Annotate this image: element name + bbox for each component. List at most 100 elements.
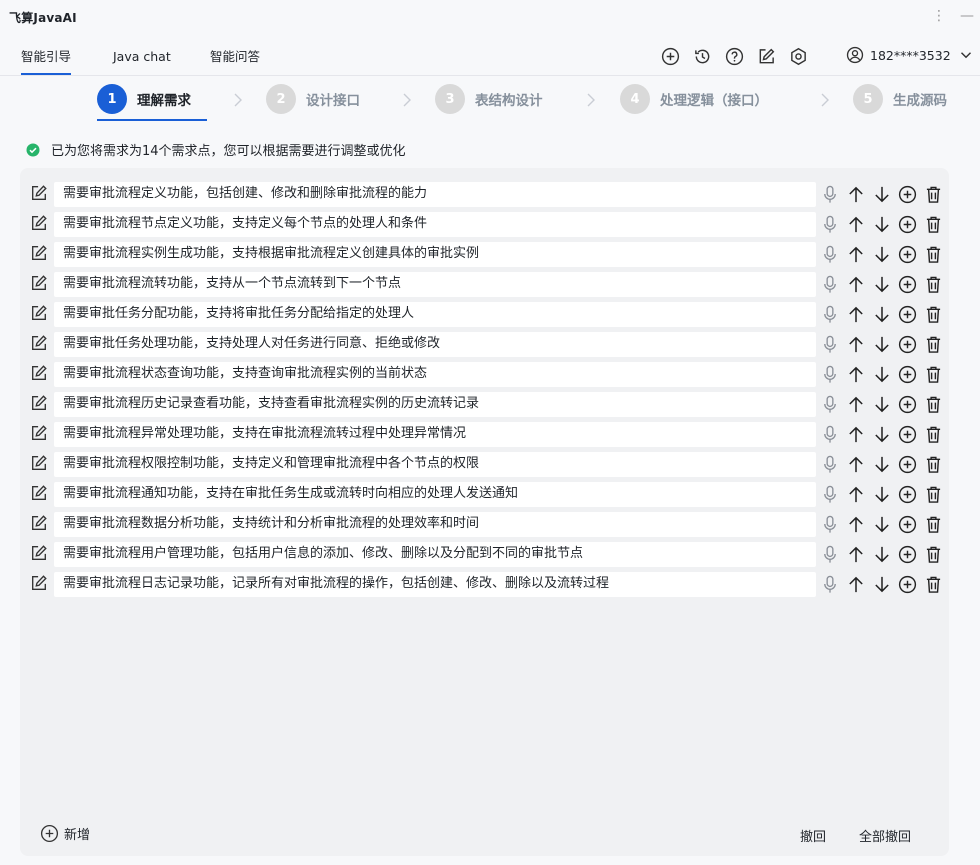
arrow-down-icon[interactable] bbox=[870, 273, 893, 296]
requirement-input[interactable]: 需要审批流程实例生成功能，支持根据审批流程定义创建具体的审批实例 bbox=[54, 242, 816, 267]
arrow-up-icon[interactable] bbox=[844, 393, 867, 416]
requirement-input[interactable]: 需要审批流程日志记录功能，记录所有对审批流程的操作，包括创建、修改、删除以及流转… bbox=[54, 572, 816, 597]
trash-icon[interactable] bbox=[922, 183, 945, 206]
arrow-down-icon[interactable] bbox=[870, 363, 893, 386]
edit-icon[interactable] bbox=[30, 244, 48, 262]
step-understand-requirements[interactable]: 1 理解需求 bbox=[97, 82, 191, 116]
trash-icon[interactable] bbox=[922, 513, 945, 536]
arrow-down-icon[interactable] bbox=[870, 543, 893, 566]
arrow-up-icon[interactable] bbox=[844, 273, 867, 296]
plus-circle-icon[interactable] bbox=[896, 453, 919, 476]
arrow-up-icon[interactable] bbox=[844, 183, 867, 206]
arrow-down-icon[interactable] bbox=[870, 393, 893, 416]
help-icon[interactable] bbox=[724, 46, 745, 67]
step-generate-source[interactable]: 5 生成源码 bbox=[853, 82, 947, 116]
plus-circle-icon[interactable] bbox=[896, 363, 919, 386]
plus-circle-icon[interactable] bbox=[896, 303, 919, 326]
arrow-down-icon[interactable] bbox=[870, 183, 893, 206]
arrow-up-icon[interactable] bbox=[844, 543, 867, 566]
plus-circle-icon[interactable] bbox=[896, 273, 919, 296]
microphone-icon[interactable] bbox=[818, 393, 841, 416]
tab-java-chat[interactable]: Java chat bbox=[113, 40, 171, 75]
edit-icon[interactable] bbox=[30, 424, 48, 442]
microphone-icon[interactable] bbox=[818, 333, 841, 356]
arrow-up-icon[interactable] bbox=[844, 243, 867, 266]
edit-icon[interactable] bbox=[30, 484, 48, 502]
arrow-up-icon[interactable] bbox=[844, 333, 867, 356]
requirement-input[interactable]: 需要审批流程定义功能，包括创建、修改和删除审批流程的能力 bbox=[54, 182, 816, 207]
step-design-interface[interactable]: 2 设计接口 bbox=[266, 82, 360, 116]
arrow-down-icon[interactable] bbox=[870, 453, 893, 476]
edit-icon[interactable] bbox=[30, 454, 48, 472]
plus-circle-icon[interactable] bbox=[896, 393, 919, 416]
account-menu[interactable]: 182****3532 bbox=[846, 46, 975, 64]
more-icon[interactable]: ⋮ bbox=[932, 8, 946, 24]
arrow-down-icon[interactable] bbox=[870, 333, 893, 356]
microphone-icon[interactable] bbox=[818, 483, 841, 506]
microphone-icon[interactable] bbox=[818, 213, 841, 236]
trash-icon[interactable] bbox=[922, 213, 945, 236]
edit-icon[interactable] bbox=[30, 574, 48, 592]
arrow-down-icon[interactable] bbox=[870, 513, 893, 536]
microphone-icon[interactable] bbox=[818, 573, 841, 596]
tab-smart-qa[interactable]: 智能问答 bbox=[210, 40, 260, 75]
undo-button[interactable]: 撤回 bbox=[800, 826, 826, 845]
arrow-up-icon[interactable] bbox=[844, 423, 867, 446]
plus-circle-icon[interactable] bbox=[896, 243, 919, 266]
trash-icon[interactable] bbox=[922, 333, 945, 356]
edit-icon[interactable] bbox=[756, 46, 777, 67]
arrow-up-icon[interactable] bbox=[844, 213, 867, 236]
arrow-down-icon[interactable] bbox=[870, 303, 893, 326]
arrow-up-icon[interactable] bbox=[844, 303, 867, 326]
microphone-icon[interactable] bbox=[818, 513, 841, 536]
trash-icon[interactable] bbox=[922, 303, 945, 326]
plus-circle-icon[interactable] bbox=[896, 183, 919, 206]
arrow-up-icon[interactable] bbox=[844, 573, 867, 596]
requirement-input[interactable]: 需要审批流程数据分析功能，支持统计和分析审批流程的处理效率和时间 bbox=[54, 512, 816, 537]
trash-icon[interactable] bbox=[922, 483, 945, 506]
edit-icon[interactable] bbox=[30, 514, 48, 532]
minimize-icon[interactable]: — bbox=[960, 8, 974, 24]
requirement-input[interactable]: 需要审批流程通知功能，支持在审批任务生成或流转时向相应的处理人发送通知 bbox=[54, 482, 816, 507]
edit-icon[interactable] bbox=[30, 394, 48, 412]
plus-circle-icon[interactable] bbox=[896, 543, 919, 566]
arrow-down-icon[interactable] bbox=[870, 573, 893, 596]
edit-icon[interactable] bbox=[30, 334, 48, 352]
arrow-down-icon[interactable] bbox=[870, 243, 893, 266]
microphone-icon[interactable] bbox=[818, 183, 841, 206]
edit-icon[interactable] bbox=[30, 184, 48, 202]
microphone-icon[interactable] bbox=[818, 273, 841, 296]
plus-circle-icon[interactable] bbox=[896, 513, 919, 536]
requirement-input[interactable]: 需要审批流程用户管理功能，包括用户信息的添加、修改、删除以及分配到不同的审批节点 bbox=[54, 542, 816, 567]
edit-icon[interactable] bbox=[30, 214, 48, 232]
arrow-up-icon[interactable] bbox=[844, 453, 867, 476]
plus-circle-icon[interactable] bbox=[896, 483, 919, 506]
requirement-input[interactable]: 需要审批流程异常处理功能，支持在审批流程流转过程中处理异常情况 bbox=[54, 422, 816, 447]
arrow-down-icon[interactable] bbox=[870, 483, 893, 506]
trash-icon[interactable] bbox=[922, 453, 945, 476]
undo-all-button[interactable]: 全部撤回 bbox=[859, 826, 911, 845]
plus-circle-icon[interactable] bbox=[896, 333, 919, 356]
microphone-icon[interactable] bbox=[818, 423, 841, 446]
requirement-input[interactable]: 需要审批流程流转功能，支持从一个节点流转到下一个节点 bbox=[54, 272, 816, 297]
step-processing-logic[interactable]: 4 处理逻辑（接口） bbox=[620, 82, 768, 116]
requirement-input[interactable]: 需要审批流程历史记录查看功能，支持查看审批流程实例的历史流转记录 bbox=[54, 392, 816, 417]
microphone-icon[interactable] bbox=[818, 363, 841, 386]
trash-icon[interactable] bbox=[922, 393, 945, 416]
settings-icon[interactable] bbox=[788, 46, 809, 67]
edit-icon[interactable] bbox=[30, 274, 48, 292]
arrow-up-icon[interactable] bbox=[844, 483, 867, 506]
history-icon[interactable] bbox=[692, 46, 713, 67]
edit-icon[interactable] bbox=[30, 364, 48, 382]
plus-circle-icon[interactable] bbox=[896, 213, 919, 236]
trash-icon[interactable] bbox=[922, 543, 945, 566]
microphone-icon[interactable] bbox=[818, 543, 841, 566]
microphone-icon[interactable] bbox=[818, 303, 841, 326]
tab-smart-guide[interactable]: 智能引导 bbox=[21, 40, 72, 75]
microphone-icon[interactable] bbox=[818, 243, 841, 266]
requirement-input[interactable]: 需要审批流程节点定义功能，支持定义每个节点的处理人和条件 bbox=[54, 212, 816, 237]
requirement-input[interactable]: 需要审批流程状态查询功能，支持查询审批流程实例的当前状态 bbox=[54, 362, 816, 387]
requirement-input[interactable]: 需要审批流程权限控制功能，支持定义和管理审批流程中各个节点的权限 bbox=[54, 452, 816, 477]
trash-icon[interactable] bbox=[922, 423, 945, 446]
microphone-icon[interactable] bbox=[818, 453, 841, 476]
